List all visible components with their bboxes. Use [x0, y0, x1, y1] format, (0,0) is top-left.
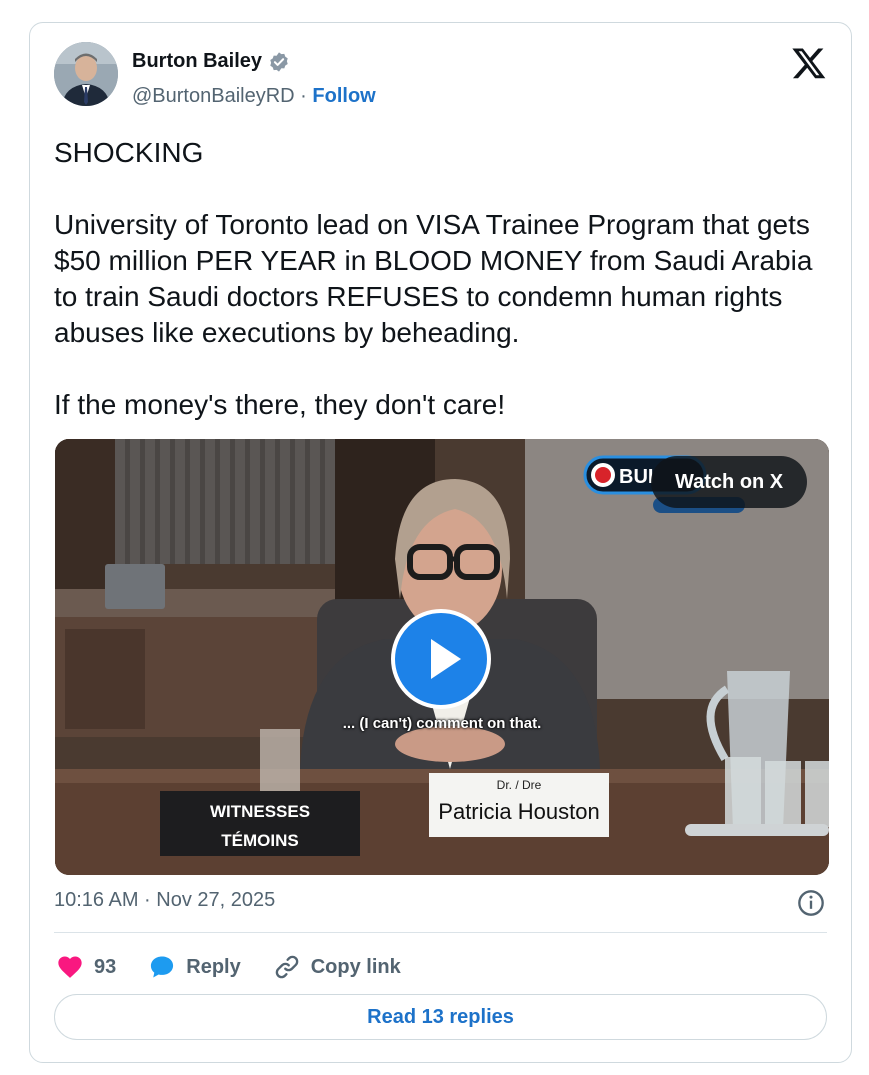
link-icon: [275, 955, 298, 979]
separator-dot: ·: [300, 85, 307, 107]
verified-badge-icon: [270, 51, 288, 72]
author-handle[interactable]: @BurtonBaileyRD: [132, 85, 295, 107]
copy-link-label: Copy link: [310, 955, 401, 978]
reply-button[interactable]: Reply: [148, 953, 241, 981]
like-button[interactable]: 93: [56, 953, 116, 981]
channel-logo-text: BUI: [619, 466, 653, 488]
video-caption: ... (I can't) comment on that.: [342, 715, 542, 732]
video-player[interactable]: WITNESSES TÉMOINS Dr. / Dre Patricia Hou…: [55, 439, 829, 875]
divider: [54, 932, 827, 933]
x-logo-icon[interactable]: [791, 45, 827, 81]
tweet-text: SHOCKING University of Toronto lead on V…: [54, 137, 813, 420]
reply-bubble-icon: [151, 956, 174, 978]
copy-link-button[interactable]: Copy link: [273, 953, 401, 981]
tweet-card: Burton Bailey @BurtonBaileyRD · Follow S…: [29, 22, 852, 1063]
witness-sign-line1: WITNESSES: [210, 802, 310, 821]
play-button[interactable]: [391, 609, 491, 709]
avatar[interactable]: [54, 42, 118, 106]
author-name-row: Burton Bailey: [132, 50, 290, 73]
handle-row: @BurtonBaileyRD · Follow: [132, 85, 376, 108]
info-icon[interactable]: [797, 889, 825, 917]
follow-button[interactable]: Follow: [312, 85, 375, 107]
witness-sign-line2: TÉMOINS: [221, 831, 298, 850]
read-replies-button[interactable]: Read 13 replies: [54, 994, 827, 1040]
heart-icon: [58, 956, 82, 978]
play-icon: [431, 639, 461, 679]
nameplate-name: Patricia Houston: [438, 799, 599, 824]
timestamp[interactable]: 10:16 AM · Nov 27, 2025: [54, 889, 275, 912]
nameplate-title: Dr. / Dre: [497, 778, 542, 792]
like-count: 93: [94, 955, 117, 978]
author-name[interactable]: Burton Bailey: [132, 50, 262, 73]
action-bar: 93 Reply Copy link: [56, 949, 433, 985]
reply-label: Reply: [186, 955, 241, 978]
watch-on-x-button[interactable]: Watch on X: [651, 456, 808, 508]
